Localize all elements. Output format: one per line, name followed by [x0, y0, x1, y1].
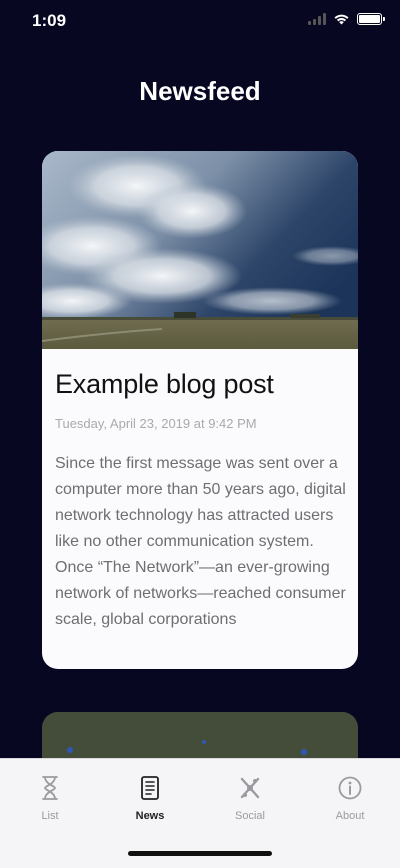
wifi-icon: [334, 14, 349, 25]
tab-news-label: News: [135, 810, 165, 822]
hourglass-icon: [42, 776, 58, 800]
tab-about[interactable]: About: [300, 775, 400, 822]
tab-list-label: List: [41, 810, 59, 822]
post-card-body: Example blog post Tuesday, April 23, 201…: [42, 349, 358, 633]
tab-news[interactable]: News: [100, 775, 200, 822]
status-bar: 1:09: [0, 0, 400, 44]
battery-icon: [357, 13, 385, 25]
post-excerpt: Since the first message was sent over a …: [55, 455, 346, 628]
tab-list[interactable]: List: [0, 775, 100, 822]
post-image: [42, 151, 358, 349]
post-date: Tuesday, April 23, 2019 at 9:42 PM: [55, 416, 257, 431]
tab-social-label: Social: [235, 810, 265, 822]
tab-about-label: About: [335, 810, 365, 822]
page-title: Newsfeed: [139, 76, 261, 106]
cellular-signal-icon: [308, 13, 326, 25]
home-indicator: [128, 851, 272, 856]
post-card[interactable]: Example blog post Tuesday, April 23, 201…: [42, 151, 358, 669]
post-title: Example blog post: [55, 369, 274, 399]
status-time: 1:09: [32, 11, 67, 30]
newspaper-icon: [141, 776, 159, 800]
tab-social[interactable]: Social: [200, 775, 300, 822]
status-icons: [308, 13, 385, 25]
info-icon: [338, 776, 362, 800]
social-icon: [240, 777, 260, 799]
